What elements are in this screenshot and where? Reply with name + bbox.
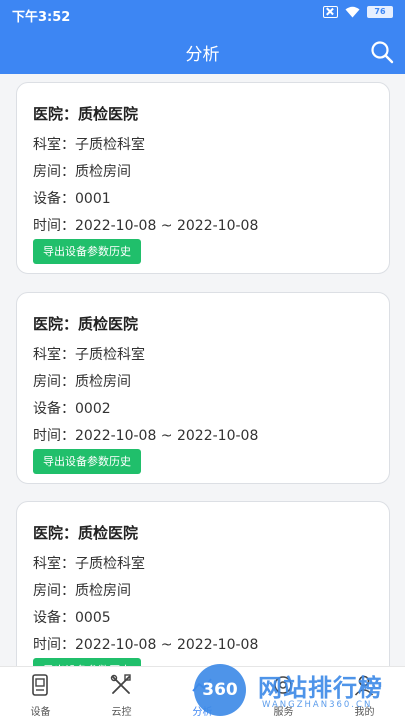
status-icons: 76 (323, 6, 393, 18)
device-icon (32, 674, 48, 696)
export-history-button[interactable]: 导出设备参数历史 (33, 449, 141, 474)
watermark-title: 网站排行榜 (258, 674, 383, 702)
tab-label: 设备 (30, 707, 51, 718)
department-label: 科室：子质检科室 (33, 137, 145, 153)
device-label: 设备：0001 (33, 191, 111, 207)
hospital-label: 医院：质检医院 (33, 105, 139, 123)
search-icon (371, 41, 394, 64)
room-label: 房间：质检房间 (33, 164, 131, 180)
record-card: 医院：质检医院 科室：子质检科室 房间：质检房间 设备：0001 时间：2022… (16, 82, 390, 274)
tools-icon (110, 674, 131, 694)
battery-indicator: 76 (367, 6, 393, 18)
watermark-subtitle: WANGZHAN360.CN (262, 700, 373, 710)
watermark: 360 网站排行榜 WANGZHAN360.CN (190, 660, 405, 720)
hospital-label: 医院：质检医院 (33, 315, 139, 333)
time-range-label: 时间：2022-10-08 ~ 2022-10-08 (33, 218, 259, 234)
record-card: 医院：质检医院 科室：子质检科室 房间：质检房间 设备：0005 时间：2022… (16, 501, 390, 666)
device-label: 设备：0002 (33, 401, 111, 417)
app-header: 下午3:52 76 分析 (0, 0, 405, 74)
department-label: 科室：子质检科室 (33, 556, 145, 572)
export-history-button[interactable]: 导出设备参数历史 (33, 239, 141, 264)
export-history-button[interactable]: 导出设备参数历史 (33, 658, 141, 666)
wifi-icon (345, 6, 360, 18)
page-title: 分析 (185, 45, 220, 65)
record-list[interactable]: 医院：质检医院 科室：子质检科室 房间：质检房间 设备：0001 时间：2022… (0, 74, 405, 666)
record-card: 医院：质检医院 科室：子质检科室 房间：质检房间 设备：0002 时间：2022… (16, 292, 390, 484)
status-time: 下午3:52 (12, 10, 71, 25)
tab-device[interactable]: 设备 (0, 667, 81, 720)
search-button[interactable] (370, 40, 394, 64)
room-label: 房间：质检房间 (33, 374, 131, 390)
tab-cloud-control[interactable]: 云控 (81, 667, 162, 720)
no-sim-icon (323, 6, 338, 18)
time-range-label: 时间：2022-10-08 ~ 2022-10-08 (33, 428, 259, 444)
device-label: 设备：0005 (33, 610, 111, 626)
status-bar: 下午3:52 76 (0, 0, 405, 28)
department-label: 科室：子质检科室 (33, 347, 145, 363)
time-range-label: 时间：2022-10-08 ~ 2022-10-08 (33, 637, 259, 653)
hospital-label: 医院：质检医院 (33, 524, 139, 542)
room-label: 房间：质检房间 (33, 583, 131, 599)
watermark-logo: 360 (194, 664, 246, 716)
tab-label: 云控 (111, 707, 132, 718)
